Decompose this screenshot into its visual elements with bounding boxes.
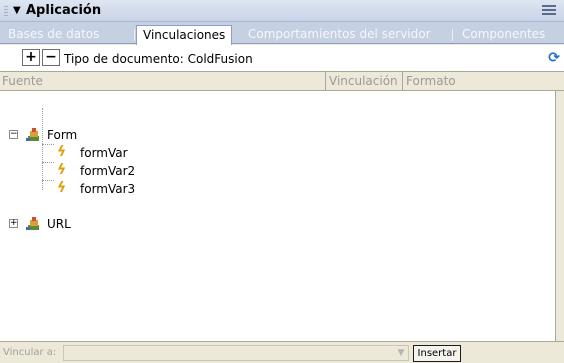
lightning-icon: ϟ [57, 144, 67, 160]
bindings-toolbar: + − Tipo de documento: ColdFusion ⟳ [0, 45, 564, 71]
remove-binding-button[interactable]: − [42, 49, 60, 66]
tree-scroll-strip [556, 91, 564, 341]
tree-node-url[interactable]: + URL [0, 215, 300, 233]
column-header-row: Fuente Vinculación Formato [0, 71, 564, 91]
expand-toggle-icon[interactable]: + [9, 219, 18, 228]
tree-node-label: Form [47, 128, 78, 142]
collapse-toggle-icon[interactable]: − [9, 130, 18, 139]
tab-bar: Bases de datos Vinculaciones Comportamie… [0, 22, 564, 45]
column-header-formato[interactable]: Formato [406, 74, 456, 88]
application-panel: ▼ Aplicación Bases de datos Vinculacione… [0, 0, 564, 363]
tree-node-label: formVar3 [80, 182, 136, 196]
panel-title-bar[interactable]: ▼ Aplicación [0, 0, 564, 22]
tree-node-formvar[interactable]: ϟ formVar [0, 144, 300, 162]
bind-to-select[interactable]: ▼ [63, 345, 409, 361]
column-header-fuente[interactable]: Fuente [2, 74, 43, 88]
tree-node-form[interactable]: − Form [0, 126, 300, 144]
tab-componentes[interactable]: Componentes [456, 25, 551, 44]
tree-node-label: URL [47, 217, 71, 231]
bind-to-label: Vincular a: [3, 347, 57, 358]
tree-node-label: formVar [80, 146, 128, 160]
tree-node-formvar3[interactable]: ϟ formVar3 [0, 180, 300, 198]
tab-comportamientos-del-servidor[interactable]: Comportamientos del servidor [242, 25, 437, 44]
panel-title: Aplicación [26, 3, 102, 18]
tab-separator [134, 29, 135, 41]
column-divider[interactable] [402, 72, 403, 90]
panel-options-icon[interactable] [542, 5, 556, 17]
add-binding-button[interactable]: + [22, 49, 40, 66]
bindings-tree: − Form ϟ formVar ϟ formVar2 ϟ formVar3 + [0, 91, 556, 341]
insert-button[interactable]: Insertar [413, 345, 461, 362]
tab-bases-de-datos[interactable]: Bases de datos [2, 25, 105, 44]
tree-node-label: formVar2 [80, 164, 136, 178]
lightning-icon: ϟ [57, 162, 67, 178]
drag-grip-icon[interactable] [4, 5, 8, 17]
lightning-icon: ϟ [57, 180, 67, 196]
column-header-vinculacion[interactable]: Vinculación [329, 74, 398, 88]
tab-vinculaciones[interactable]: Vinculaciones [136, 25, 233, 45]
column-divider[interactable] [325, 72, 326, 90]
tab-separator [452, 29, 453, 41]
form-icon [26, 128, 39, 141]
refresh-icon[interactable]: ⟳ [548, 50, 560, 66]
url-icon [26, 217, 39, 230]
tree-node-formvar2[interactable]: ϟ formVar2 [0, 162, 300, 180]
bind-to-bar: Vincular a: ▼ Insertar [0, 341, 564, 363]
collapse-arrow-icon[interactable]: ▼ [13, 5, 21, 16]
chevron-down-icon[interactable]: ▼ [394, 346, 408, 360]
document-type-label: Tipo de documento: ColdFusion [64, 52, 253, 66]
